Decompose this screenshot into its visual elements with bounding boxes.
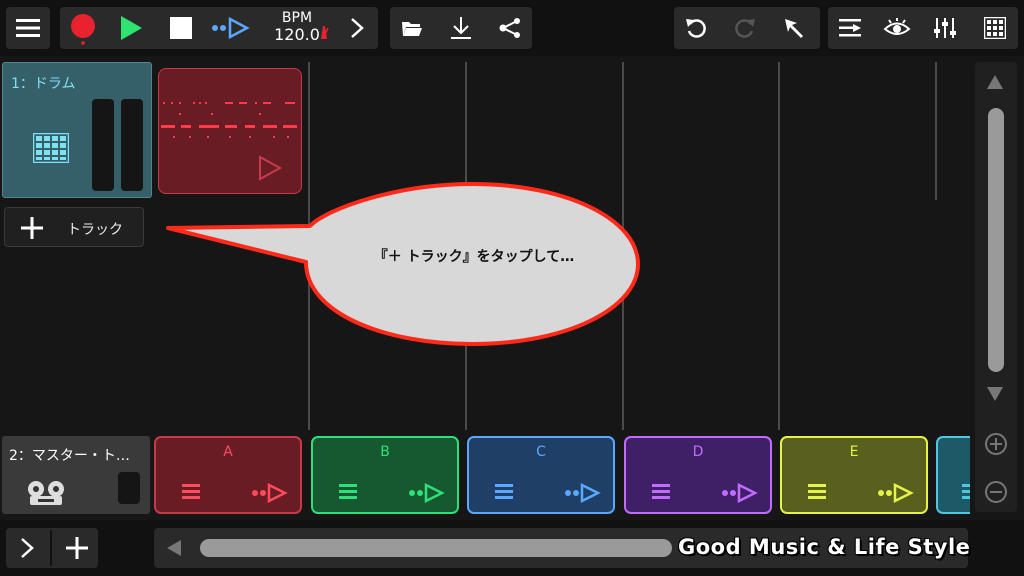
play-button[interactable] — [112, 7, 150, 49]
eye-icon — [883, 17, 911, 39]
pan-fader[interactable] — [121, 99, 143, 191]
zoom-out-icon[interactable] — [984, 480, 1008, 504]
clip-label: B — [380, 444, 390, 460]
pads-button[interactable] — [976, 7, 1014, 49]
metronome-icon[interactable] — [319, 24, 329, 40]
download-icon — [450, 16, 472, 40]
clip-list-icon[interactable] — [182, 484, 202, 500]
track-name: 2：マスター・ト… — [9, 448, 130, 464]
clip-sequence-icon[interactable] — [563, 482, 601, 504]
step-sequence-icon — [210, 17, 250, 39]
plus-icon — [21, 217, 43, 239]
clip-sequence-icon[interactable] — [720, 482, 758, 504]
stop-button[interactable] — [162, 7, 200, 49]
clip-a[interactable]: A — [154, 436, 302, 514]
play-icon — [119, 15, 143, 41]
menu-button[interactable] — [6, 7, 50, 49]
add-track-label: トラック — [67, 222, 123, 238]
cursor-arrow-icon — [783, 17, 805, 39]
top-toolbar: BPM 120.0 — [0, 0, 1024, 56]
clip-sequence-icon[interactable] — [407, 482, 445, 504]
sequencer-button[interactable] — [208, 7, 252, 49]
grid-pads-icon — [984, 17, 1006, 39]
watermark-text: Good Music & Life Style — [678, 535, 971, 559]
sliders-icon — [933, 17, 957, 39]
track-name: 1：ドラム — [11, 76, 76, 92]
drum-machine-icon[interactable] — [33, 133, 69, 163]
tape-reel-icon[interactable] — [26, 480, 66, 506]
scroll-down-arrow-icon[interactable] — [986, 386, 1004, 402]
clip-e[interactable]: E — [780, 436, 928, 514]
volume-fader[interactable] — [92, 99, 114, 191]
track-list-icon — [839, 18, 863, 38]
undo-icon — [685, 17, 707, 39]
select-tool-button[interactable] — [776, 7, 812, 49]
export-button[interactable] — [443, 7, 479, 49]
track-header-drum[interactable]: 1：ドラム — [2, 62, 152, 198]
instruction-text: 『＋ トラック』をタップして… — [373, 249, 575, 265]
pattern-note-dots — [161, 102, 297, 181]
bar-gridline — [935, 62, 937, 200]
folder-open-icon — [401, 19, 423, 37]
scroll-up-arrow-icon[interactable] — [986, 74, 1004, 90]
share-icon — [498, 18, 522, 38]
add-scene-plus-icon[interactable] — [66, 537, 88, 559]
clip-d[interactable]: D — [624, 436, 772, 514]
chevron-right-icon — [350, 17, 364, 39]
clip-list-icon[interactable] — [808, 484, 828, 500]
redo-icon — [734, 17, 756, 39]
master-volume-fader[interactable] — [118, 472, 140, 504]
scroll-left-arrow-icon[interactable] — [166, 539, 182, 557]
chevron-right-icon[interactable] — [20, 537, 34, 559]
clip-list-icon[interactable] — [339, 484, 359, 500]
stop-icon — [170, 17, 192, 39]
mixer-button[interactable] — [926, 7, 964, 49]
clip-sequence-icon[interactable] — [876, 482, 914, 504]
clip-label: A — [223, 444, 233, 460]
zoom-in-icon[interactable] — [984, 432, 1008, 456]
record-button[interactable] — [64, 7, 102, 49]
clip-c[interactable]: C — [467, 436, 615, 514]
clip-list-icon[interactable] — [652, 484, 672, 500]
horizontal-scroll-thumb[interactable] — [200, 539, 672, 557]
bar-gridline — [778, 62, 780, 430]
open-button[interactable] — [394, 7, 430, 49]
mixer-list-button[interactable] — [832, 7, 870, 49]
transport-more-button[interactable] — [340, 7, 374, 49]
undo-button[interactable] — [678, 7, 714, 49]
clip-label: C — [536, 444, 546, 460]
clip-b[interactable]: B — [311, 436, 459, 514]
divider — [50, 530, 52, 566]
record-icon — [69, 11, 97, 45]
clip-label: D — [692, 444, 704, 460]
share-button[interactable] — [492, 7, 528, 49]
clip-label: E — [849, 444, 859, 460]
track-header-master[interactable]: 2：マスター・ト… — [2, 436, 150, 514]
hamburger-menu-icon — [16, 18, 40, 38]
add-track-button[interactable]: トラック — [4, 207, 144, 247]
vertical-scroll-thumb[interactable] — [988, 108, 1004, 372]
clip-sequence-icon[interactable] — [250, 482, 288, 504]
redo-button[interactable] — [727, 7, 763, 49]
clip-list-icon[interactable] — [495, 484, 515, 500]
clip-list-icon[interactable] — [962, 484, 970, 500]
view-button[interactable] — [878, 7, 916, 49]
clip-f-partial[interactable] — [936, 436, 970, 514]
